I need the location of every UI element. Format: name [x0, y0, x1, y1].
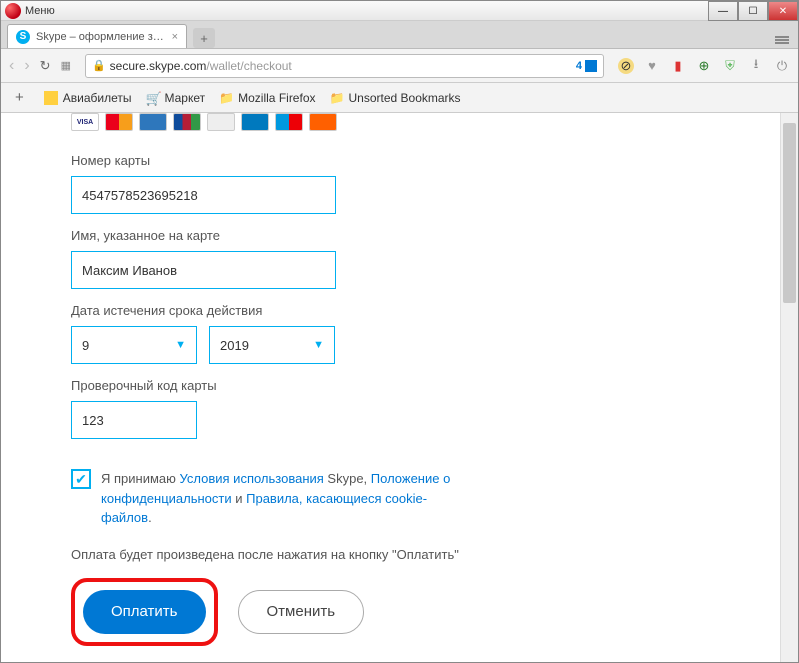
bookmark-aviabilety[interactable]: Авиабилеты	[44, 91, 132, 105]
maestro-icon	[275, 113, 303, 131]
address-bar: ‹ › ↻ ▦ 🔒 secure.skype.com /wallet/check…	[1, 49, 798, 83]
discover-icon	[309, 113, 337, 131]
skype-icon: S	[16, 30, 30, 44]
expiry-month-select[interactable]: 9 ▼	[71, 326, 197, 364]
menu-bar: Меню	[1, 1, 798, 21]
visa-icon: VISA	[71, 113, 99, 131]
window-controls: — ☐ ✕	[708, 1, 798, 21]
back-button[interactable]: ‹	[9, 57, 14, 75]
cardholder-input[interactable]	[71, 251, 336, 289]
cardholder-label: Имя, указанное на карте	[71, 228, 711, 243]
bookmark-unsorted[interactable]: 📁 Unsorted Bookmarks	[330, 91, 461, 105]
payment-note: Оплата будет произведена после нажатия н…	[71, 546, 471, 564]
extension-red-icon[interactable]: ▮	[670, 58, 686, 74]
expiry-year-select[interactable]: 2019 ▼	[209, 326, 335, 364]
cvv-input[interactable]	[71, 401, 197, 439]
minimize-button[interactable]: —	[708, 1, 738, 21]
bookmark-label: Авиабилеты	[63, 91, 132, 105]
shield-icon	[585, 60, 597, 72]
power-icon[interactable]: ⏻	[774, 58, 790, 74]
opera-icon	[5, 3, 21, 19]
menu-label[interactable]: Меню	[25, 5, 55, 17]
expiry-year-value: 2019	[220, 338, 249, 353]
globe-icon[interactable]: ⊕	[696, 58, 712, 74]
url-path: /wallet/checkout	[206, 59, 291, 73]
bookmark-label: Маркет	[165, 91, 206, 105]
amex-icon	[139, 113, 167, 131]
tab-skype-checkout[interactable]: S Skype – оформление зака ×	[7, 24, 187, 48]
payment-form: Номер карты Имя, указанное на карте Дата…	[1, 153, 781, 646]
bookmark-mozilla[interactable]: 📁 Mozilla Firefox	[219, 91, 315, 105]
lock-icon: 🔒	[92, 59, 106, 72]
extension-icons: ⊘ ♥ ▮ ⊕ ⛨ ⭳ ⏻	[618, 58, 790, 74]
pay-button[interactable]: Оплатить	[83, 590, 206, 634]
mastercard-icon	[105, 113, 133, 131]
url-input[interactable]: 🔒 secure.skype.com /wallet/checkout 4	[85, 54, 604, 78]
close-button[interactable]: ✕	[768, 1, 798, 21]
plane-icon	[44, 91, 58, 105]
pay-button-highlight: Оплатить	[71, 578, 218, 646]
diners-icon	[241, 113, 269, 131]
cancel-button[interactable]: Отменить	[238, 590, 365, 634]
bookmark-bar: + Авиабилеты 🛒 Маркет 📁 Mozilla Firefox …	[1, 83, 798, 113]
chevron-down-icon: ▼	[313, 339, 324, 351]
favorite-icon[interactable]: ♥	[644, 58, 660, 74]
side-panel-button[interactable]	[772, 32, 792, 48]
chevron-down-icon: ▼	[175, 339, 186, 351]
tab-bar: S Skype – оформление зака × +	[1, 21, 798, 49]
add-bookmark-button[interactable]: +	[9, 89, 30, 106]
terms-checkbox[interactable]: ✔	[71, 469, 91, 489]
url-host: secure.skype.com	[110, 59, 207, 73]
scrollbar[interactable]	[780, 113, 798, 662]
card-number-input[interactable]	[71, 176, 336, 214]
forward-button[interactable]: ›	[24, 57, 29, 75]
download-icon[interactable]: ⭳	[748, 58, 764, 74]
bookmark-label: Mozilla Firefox	[238, 91, 315, 105]
folder-icon: 📁	[330, 91, 344, 105]
jcb-icon	[173, 113, 201, 131]
tab-close-icon[interactable]: ×	[172, 31, 178, 43]
tab-title: Skype – оформление зака	[36, 31, 166, 43]
url-badge: 4	[576, 60, 582, 72]
expiry-month-value: 9	[82, 338, 89, 353]
payment-methods-strip: VISA	[1, 113, 781, 139]
adblock-icon[interactable]: ⊘	[618, 58, 634, 74]
maximize-button[interactable]: ☐	[738, 1, 768, 21]
cart-icon: 🛒	[146, 91, 160, 105]
card-icon	[207, 113, 235, 131]
reload-button[interactable]: ↻	[40, 58, 51, 74]
shield-green-icon[interactable]: ⛨	[722, 58, 738, 74]
expiry-label: Дата истечения срока действия	[71, 303, 711, 318]
folder-icon: 📁	[219, 91, 233, 105]
bookmark-label: Unsorted Bookmarks	[349, 91, 461, 105]
cvv-label: Проверочный код карты	[71, 378, 711, 393]
card-number-label: Номер карты	[71, 153, 711, 168]
terms-link-tos[interactable]: Условия использования	[180, 471, 324, 486]
bookmark-market[interactable]: 🛒 Маркет	[146, 91, 206, 105]
scrollbar-thumb[interactable]	[783, 123, 796, 303]
terms-text: Я принимаю Условия использования Skype, …	[101, 469, 461, 528]
speed-dial-button[interactable]: ▦	[61, 59, 71, 72]
page-content: VISA Номер карты Имя, указанное на карте…	[1, 113, 798, 662]
new-tab-button[interactable]: +	[193, 28, 215, 48]
